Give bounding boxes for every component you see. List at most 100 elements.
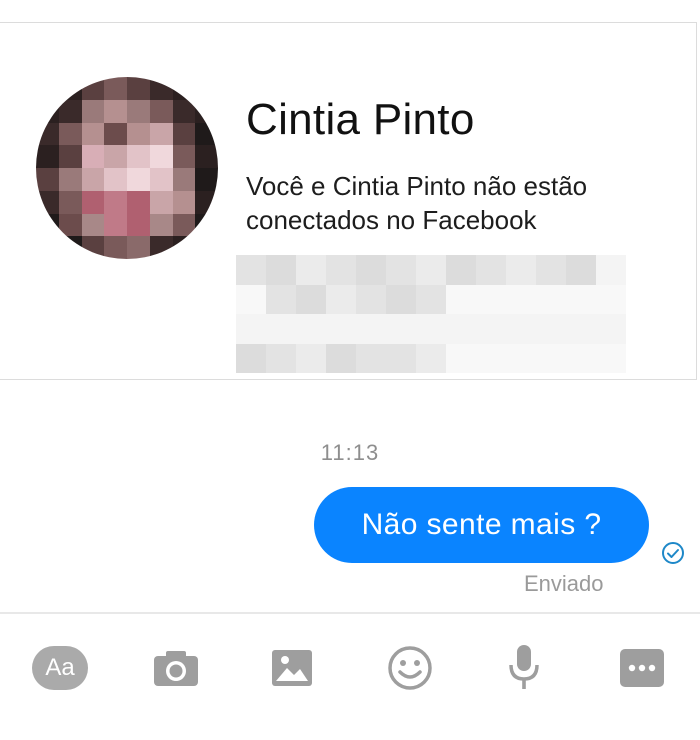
- redaction-pixel: [536, 284, 566, 314]
- redaction-pixel: [416, 314, 446, 344]
- avatar-pixel: [195, 190, 218, 214]
- sent-message-bubble[interactable]: Não sente mais ?: [314, 487, 649, 563]
- emoji-button[interactable]: [382, 640, 438, 696]
- composer-toolbar: Aa: [0, 628, 700, 708]
- camera-button[interactable]: [148, 640, 204, 696]
- redaction-pixel: [266, 284, 296, 314]
- avatar-pixel: [58, 213, 82, 237]
- more-icon: [620, 649, 664, 687]
- redaction-pixel: [536, 255, 566, 285]
- avatar-pixel: [58, 168, 82, 191]
- redaction-pixel: [386, 343, 416, 373]
- avatar-pixel: [58, 190, 82, 214]
- avatar-pixel: [127, 236, 150, 259]
- avatar-pixel: [81, 168, 105, 191]
- avatar-pixel: [172, 122, 196, 146]
- voice-button[interactable]: [496, 640, 552, 696]
- avatar-pixel: [127, 99, 150, 123]
- redaction-pixel: [596, 314, 626, 344]
- avatar-pixel: [58, 236, 82, 259]
- avatar-pixel: [36, 122, 59, 146]
- redaction-pixel: [446, 314, 476, 344]
- avatar-pixel: [36, 77, 59, 100]
- avatar-pixel: [104, 99, 127, 123]
- avatar-pixel: [104, 168, 127, 191]
- redaction-pixel: [296, 314, 326, 344]
- contact-name[interactable]: Cintia Pinto: [246, 95, 475, 145]
- avatar-pixel: [149, 99, 173, 123]
- delivery-status: Enviado: [524, 571, 604, 596]
- redaction-pixel: [566, 255, 596, 285]
- avatar-pixel: [149, 145, 173, 168]
- emoji-icon: [388, 646, 432, 690]
- redaction-pixel: [236, 255, 266, 285]
- avatar-pixel: [127, 213, 150, 237]
- avatar-pixel: [127, 190, 150, 214]
- avatar-pixel: [149, 77, 173, 100]
- redaction-pixel: [296, 343, 326, 373]
- redaction-pixel: [446, 255, 476, 285]
- avatar-pixel: [172, 168, 196, 191]
- redaction-pixel: [266, 343, 296, 373]
- redaction-pixel: [236, 284, 266, 314]
- avatar-pixel: [104, 236, 127, 259]
- avatar-pixel: [172, 145, 196, 168]
- avatar-pixel: [149, 168, 173, 191]
- avatar[interactable]: [36, 77, 218, 259]
- avatar-pixel: [149, 213, 173, 237]
- contact-card: Cintia Pinto Você e Cintia Pinto não est…: [0, 22, 697, 380]
- redacted-details: [236, 255, 626, 373]
- image-icon: [272, 650, 312, 686]
- redaction-pixel: [416, 255, 446, 285]
- avatar-pixel: [127, 168, 150, 191]
- redaction-pixel: [296, 255, 326, 285]
- avatar-pixel: [172, 99, 196, 123]
- redaction-pixel: [506, 314, 536, 344]
- avatar-pixel: [104, 77, 127, 100]
- avatar-pixel: [149, 122, 173, 146]
- avatar-pixel: [36, 236, 59, 259]
- avatar-pixel: [36, 99, 59, 123]
- message-timestamp: 11:13: [320, 440, 380, 465]
- avatar-pixel: [58, 99, 82, 123]
- redaction-pixel: [386, 255, 416, 285]
- redaction-pixel: [356, 255, 386, 285]
- redaction-pixel: [446, 343, 476, 373]
- redaction-pixel: [266, 255, 296, 285]
- redaction-pixel: [476, 343, 506, 373]
- connection-notice: Você e Cintia Pinto não estão conectados…: [246, 171, 588, 235]
- more-button[interactable]: [614, 640, 670, 696]
- redaction-pixel: [476, 255, 506, 285]
- text-format-button[interactable]: Aa: [30, 640, 90, 696]
- avatar-pixel: [81, 190, 105, 214]
- camera-icon: [154, 651, 198, 686]
- avatar-pixel: [172, 213, 196, 237]
- redaction-pixel: [566, 284, 596, 314]
- redaction-pixel: [356, 314, 386, 344]
- redaction-pixel: [476, 314, 506, 344]
- avatar-pixel: [58, 122, 82, 146]
- redaction-pixel: [386, 284, 416, 314]
- redaction-pixel: [326, 255, 356, 285]
- avatar-pixel: [195, 122, 218, 146]
- redaction-pixel: [356, 284, 386, 314]
- redaction-pixel: [236, 314, 266, 344]
- gallery-button[interactable]: [264, 640, 320, 696]
- redaction-pixel: [326, 284, 356, 314]
- redaction-pixel: [566, 314, 596, 344]
- redaction-pixel: [596, 343, 626, 373]
- redaction-pixel: [506, 255, 536, 285]
- redaction-pixel: [536, 314, 566, 344]
- composer-divider: [0, 612, 700, 614]
- avatar-pixel: [81, 213, 105, 237]
- avatar-pixel: [172, 236, 196, 259]
- avatar-pixel: [195, 213, 218, 237]
- avatar-pixel: [104, 145, 127, 168]
- redaction-pixel: [326, 343, 356, 373]
- avatar-pixel: [104, 190, 127, 214]
- avatar-pixel: [81, 77, 105, 100]
- redaction-pixel: [296, 284, 326, 314]
- redaction-pixel: [506, 343, 536, 373]
- avatar-pixel: [195, 236, 218, 259]
- redaction-pixel: [596, 255, 626, 285]
